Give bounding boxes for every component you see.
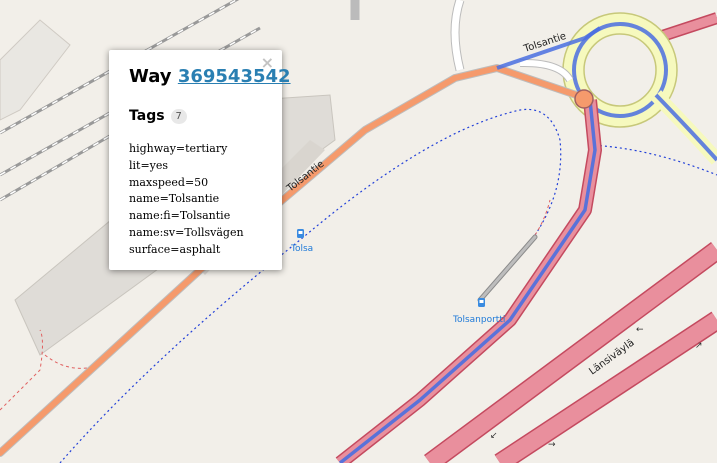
tag-list: highway=tertiary lit=yes maxspeed=50 nam… — [129, 141, 262, 259]
junction-node[interactable] — [574, 89, 594, 109]
oneway-arrow: ↙ — [490, 431, 498, 441]
popup-title: Way 369543542 — [129, 66, 291, 87]
tag-item: name=Tolsantie — [129, 192, 220, 206]
oneway-arrow: → — [548, 440, 556, 450]
oneway-arrow: ← — [636, 325, 644, 335]
popup-title-prefix: Way — [129, 66, 172, 87]
tag-item: surface=asphalt — [129, 242, 221, 256]
oneway-arrow: ↗ — [695, 341, 703, 351]
way-popup: × Way 369543542 Tags 7 highway=tertiary … — [109, 50, 291, 270]
tags-count-badge: 7 — [170, 108, 187, 124]
tag-item: name:fi=Tolsantie — [129, 209, 231, 223]
close-icon[interactable]: × — [261, 54, 274, 72]
tag-item: highway=tertiary — [129, 142, 228, 155]
tag-item: maxspeed=50 — [129, 175, 209, 189]
bus-stop-icon[interactable] — [297, 229, 304, 238]
stop-label-tolsanportti: Tolsanportti — [452, 315, 505, 325]
tags-heading-label: Tags — [129, 108, 165, 124]
map-canvas[interactable]: ↙ ← → ↗ Tolsantie Tolsantie Länsiväylä T… — [0, 0, 717, 463]
tram-stop-icon[interactable] — [478, 298, 485, 307]
stop-label-tolsa: Tolsa — [290, 244, 313, 254]
tag-item: name:sv=Tollsvägen — [129, 225, 244, 239]
tag-item: lit=yes — [129, 158, 169, 172]
tags-heading: Tags 7 — [129, 108, 262, 124]
